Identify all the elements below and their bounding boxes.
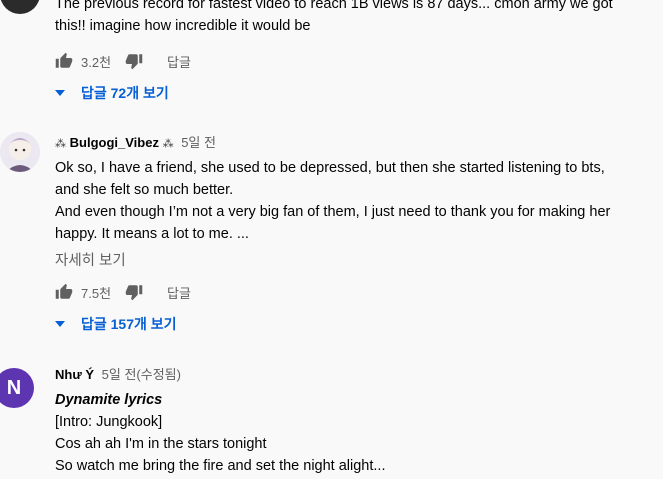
comment-text: The previous record for fastest video to… — [55, 0, 657, 37]
comment-line: The previous record for fastest video to… — [55, 0, 613, 12]
thumbs-down-icon[interactable] — [125, 283, 143, 301]
comment-time[interactable]: 5일 전 — [181, 135, 216, 150]
sparkle-left-icon: ⁂ — [55, 138, 66, 150]
like-count: 3.2천 — [81, 54, 112, 70]
comment-line: So watch me bring the fire and set the n… — [55, 458, 386, 474]
caret-down-icon — [55, 90, 65, 96]
view-replies-label: 답글 157개 보기 — [81, 316, 177, 332]
read-more-button[interactable]: 자세히 보기 — [55, 249, 126, 270]
caret-down-icon — [55, 321, 65, 327]
view-replies-label: 답글 72개 보기 — [81, 85, 169, 101]
avatar[interactable]: N — [0, 368, 34, 408]
view-replies-button[interactable]: 답글 157개 보기 — [55, 314, 177, 334]
avatar[interactable] — [0, 0, 40, 14]
comment-header: Như Ý 5일 전(수정됨) — [55, 366, 181, 384]
author-name[interactable]: Như Ý — [55, 367, 94, 382]
comment-line: [Intro: Jungkook] — [55, 414, 163, 430]
comment-text: Dynamite lyrics [Intro: Jungkook] Cos ah… — [55, 389, 657, 477]
comment-line: And even though I’m not a very big fan o… — [55, 204, 611, 220]
reply-button[interactable]: 답글 — [167, 52, 191, 71]
sparkle-right-icon: ⁂ — [162, 138, 174, 150]
thumbs-up-icon[interactable] — [55, 283, 73, 301]
comment-header: ⁂ Bulgogi_Vibez ⁂ 5일 전 — [55, 134, 216, 153]
comment-actions: 3.2천 답글 — [55, 49, 191, 73]
author-name[interactable]: Bulgogi_Vibez — [70, 135, 159, 150]
comment-line: Dynamite lyrics — [55, 392, 163, 408]
reply-button[interactable]: 답글 — [167, 283, 191, 302]
thumbs-up-icon[interactable] — [55, 52, 73, 70]
comment-actions: 7.5천 답글 — [55, 280, 191, 304]
view-replies-button[interactable]: 답글 72개 보기 — [55, 83, 169, 103]
comment-line: Cos ah ah I'm in the stars tonight — [55, 436, 267, 452]
like-count: 7.5천 — [81, 285, 112, 301]
thumbs-down-icon[interactable] — [125, 52, 143, 70]
comment-line: happy. It means a lot to me. ... — [55, 226, 249, 242]
comment-time[interactable]: 5일 전(수정됨) — [102, 367, 181, 382]
comment-line: this!! imagine how incredible it would b… — [55, 18, 311, 34]
comment-line: and she felt so much better. — [55, 182, 234, 198]
comment-line: Ok so, I have a friend, she used to be d… — [55, 160, 605, 176]
avatar-letter: N — [6, 376, 22, 399]
comment-text: Ok so, I have a friend, she used to be d… — [55, 157, 657, 245]
avatar[interactable] — [0, 132, 40, 172]
